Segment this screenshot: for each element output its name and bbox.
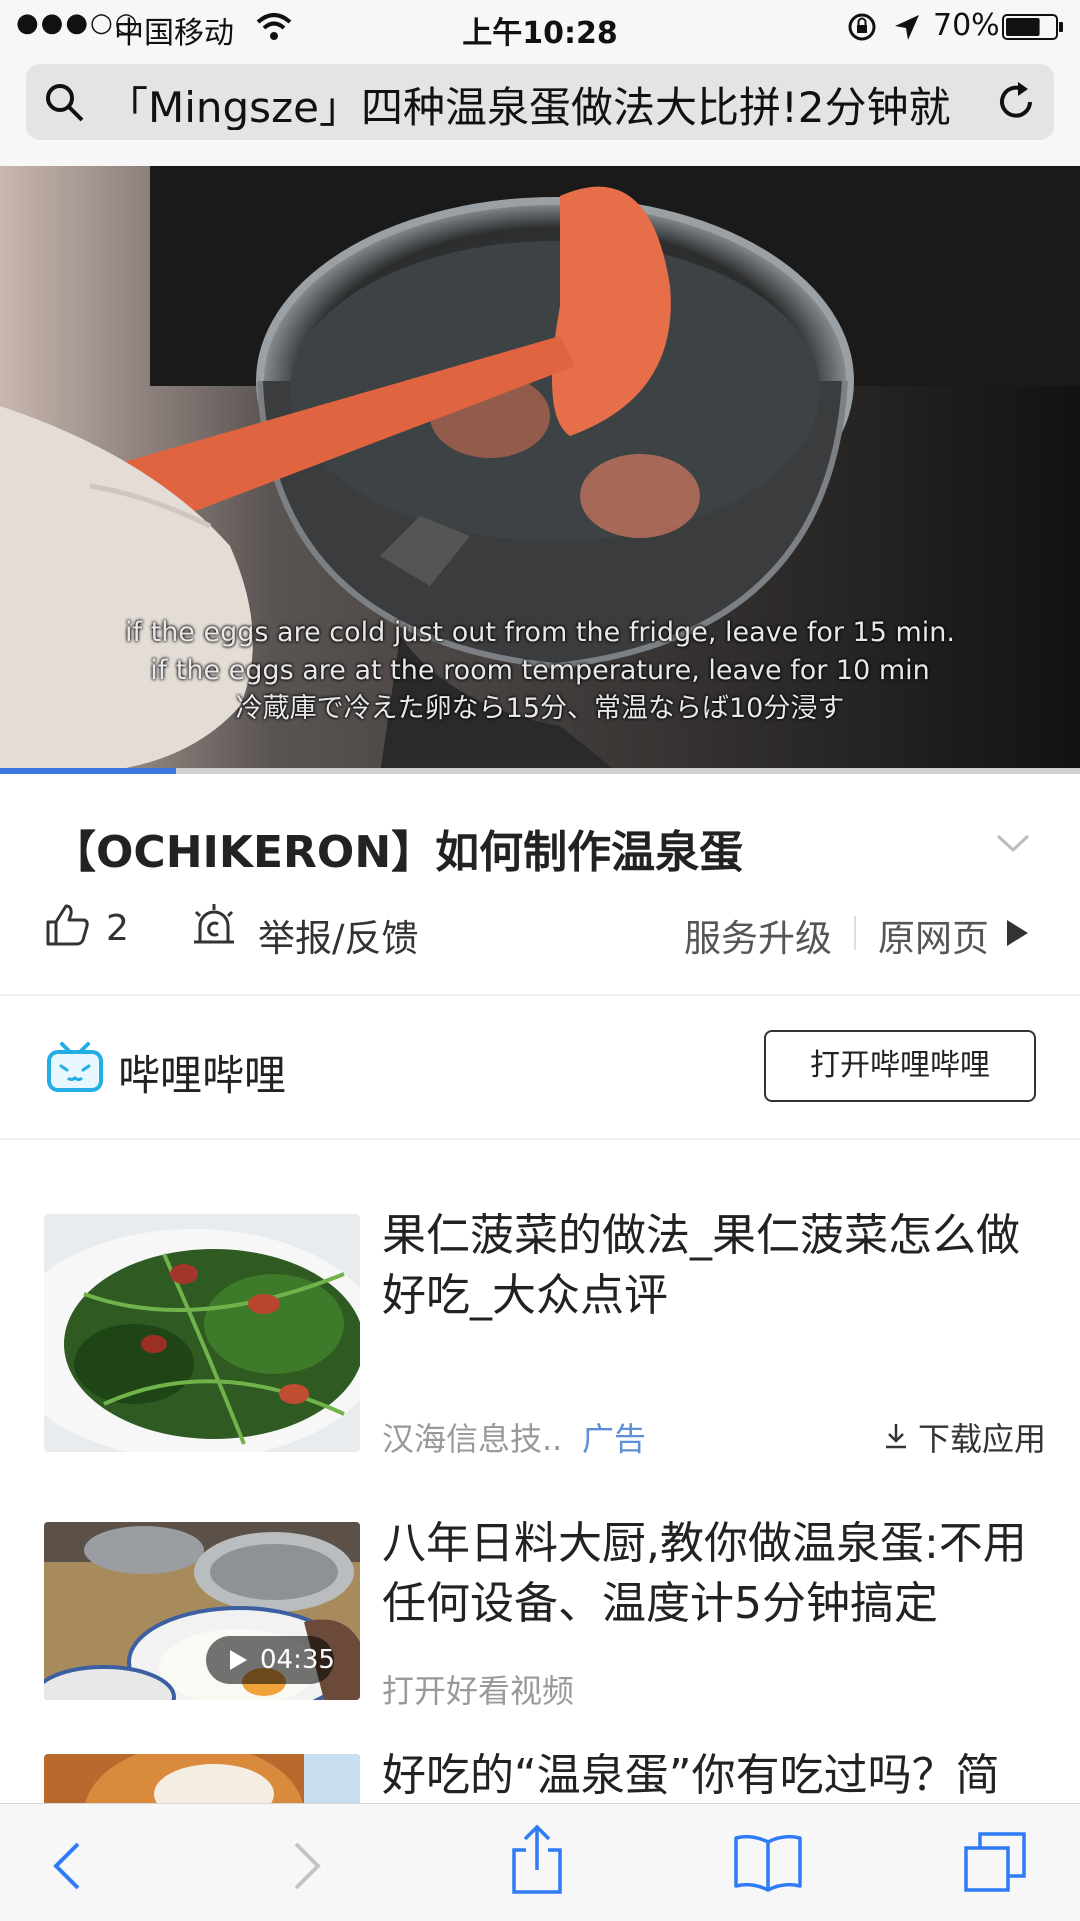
subtitle-line: if the eggs are at the room temperature,… — [150, 655, 930, 686]
like-count: 2 — [106, 908, 129, 949]
feed-item-title[interactable]: 果仁菠菜的做法_果仁菠菜怎么做好吃_大众点评 — [382, 1206, 1042, 1326]
location-arrow-icon — [895, 15, 919, 40]
open-bilibili-button[interactable]: 打开哔哩哔哩 — [764, 1030, 1036, 1102]
download-icon[interactable] — [882, 1420, 910, 1450]
battery-percent: 70% — [933, 8, 1000, 43]
feed-item-title[interactable]: 八年日料大厨,教你做温泉蛋:不用任何设备、温度计5分钟搞定 — [382, 1514, 1042, 1634]
ad-badge: 广告 — [582, 1420, 647, 1458]
service-upgrade-link[interactable]: 服务升级 — [684, 908, 832, 962]
source-name: 哔哩哔哩 — [118, 1051, 287, 1100]
bookmarks-icon[interactable] — [732, 1832, 804, 1892]
feed-item-source: 汉海信息技.. — [382, 1420, 563, 1458]
bilibili-logo-icon — [47, 1042, 103, 1092]
reload-icon[interactable] — [992, 78, 1040, 126]
play-icon — [230, 1650, 247, 1670]
status-bar: ●●●○○ 中国移动 上午10:28 70% — [0, 0, 1080, 56]
download-app-link[interactable]: 下载应用 — [918, 1414, 1046, 1460]
address-bar[interactable]: 「Mingsze」四种温泉蛋做法大比拼!2分钟就 — [26, 64, 1054, 140]
battery-icon — [1002, 14, 1063, 40]
thumbs-up-icon[interactable] — [44, 902, 90, 948]
video-duration: 04:35 — [260, 1645, 335, 1675]
video-progress-fill — [0, 768, 177, 774]
forward-icon[interactable] — [286, 1838, 326, 1894]
chevron-down-icon[interactable] — [994, 828, 1032, 858]
video-progress-bar[interactable] — [0, 768, 1080, 774]
divider — [0, 1138, 1080, 1140]
alarm-report-icon[interactable] — [190, 902, 238, 948]
feed-item-source[interactable]: 打开好看视频 — [382, 1666, 574, 1712]
video-player[interactable]: if the eggs are cold just out from the f… — [0, 166, 1080, 774]
video-duration-badge: 04:35 — [206, 1636, 335, 1684]
divider — [854, 916, 856, 950]
video-subtitles: if the eggs are cold just out from the f… — [0, 614, 1080, 728]
url-text[interactable]: 「Mingsze」四种温泉蛋做法大比拼!2分钟就 — [106, 74, 986, 130]
report-feedback-link[interactable]: 举报/反馈 — [258, 908, 418, 962]
original-page-link[interactable]: 原网页 — [878, 908, 989, 962]
subtitle-line: 冷蔵庫で冷えた卵なら15分、常温ならば10分浸す — [235, 693, 845, 724]
rotation-lock-icon — [848, 13, 876, 41]
play-icon[interactable] — [1004, 918, 1030, 948]
browser-bottom-toolbar — [0, 1803, 1080, 1921]
share-icon[interactable] — [508, 1824, 566, 1896]
search-icon — [46, 84, 84, 122]
subtitle-line: if the eggs are cold just out from the f… — [125, 617, 955, 648]
tabs-icon[interactable] — [962, 1830, 1028, 1894]
back-icon[interactable] — [48, 1838, 88, 1894]
spinach-dish-thumbnail[interactable] — [44, 1214, 360, 1452]
video-title: 【OCHIKERON】如何制作温泉蛋 — [52, 827, 744, 878]
divider — [0, 994, 1080, 996]
